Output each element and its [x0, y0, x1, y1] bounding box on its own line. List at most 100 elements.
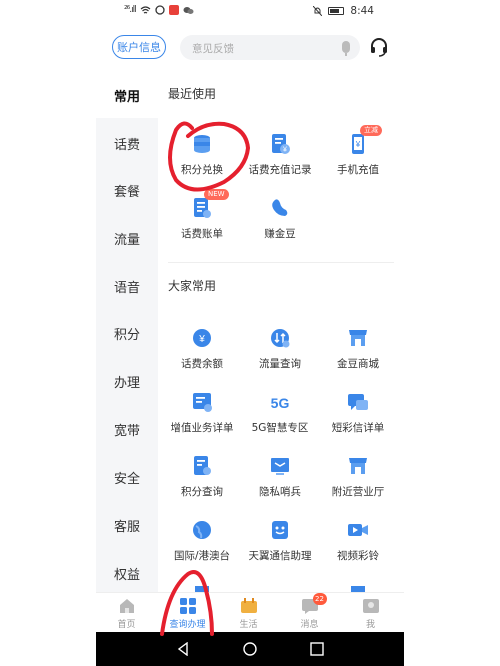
- tile-points-exchange[interactable]: 积分兑换: [164, 130, 240, 186]
- globe-icon: [193, 521, 211, 539]
- sidebar-item-broadband[interactable]: 宽带: [96, 406, 158, 452]
- tab-life[interactable]: 生活: [218, 593, 279, 633]
- cloud-icon: [154, 5, 165, 15]
- tile-label: 天翼通信助理: [248, 550, 312, 562]
- popular-section-title: 大家常用: [168, 279, 217, 293]
- mute-icon: [313, 6, 323, 16]
- sidebar-item-package[interactable]: 套餐: [96, 167, 158, 213]
- sidebar-item-handle[interactable]: 办理: [96, 358, 158, 404]
- home-icon: [119, 599, 134, 613]
- home-button-icon[interactable]: [243, 642, 257, 656]
- tab-me[interactable]: 我: [340, 593, 401, 633]
- headset-icon[interactable]: [369, 37, 389, 57]
- message-icon-wrap: 22: [301, 593, 327, 615]
- sms-detail-icon: [348, 394, 368, 410]
- tile-label: 积分查询: [181, 486, 223, 498]
- tile-label: 话费账单: [181, 228, 223, 240]
- data-query-icon: [271, 329, 290, 348]
- mic-icon[interactable]: [342, 41, 350, 56]
- tab-query-handle[interactable]: 查询办理: [157, 593, 218, 633]
- grid-icon: [179, 598, 196, 614]
- search-input[interactable]: 意见反馈: [180, 35, 360, 60]
- battery-icon: [328, 7, 345, 15]
- tab-label: 查询办理: [169, 620, 206, 630]
- tile-phone-recharge[interactable]: ¥ 立减 手机充值: [320, 125, 396, 186]
- sidebar-item-points[interactable]: 积分: [96, 310, 158, 356]
- back-icon[interactable]: [176, 642, 190, 656]
- status-bar: ²⁶.ıll 8:44: [96, 0, 404, 26]
- sidebar-item-benefits[interactable]: 权益: [96, 550, 158, 596]
- tile-5g-zone[interactable]: 5G 5G智慧专区: [242, 388, 318, 444]
- tile-privacy-sentry[interactable]: 隐私哨兵: [242, 452, 318, 508]
- tile-label: 5G智慧专区: [251, 422, 309, 434]
- bean-icon: [272, 199, 288, 216]
- wechat-icon: [183, 6, 194, 14]
- svg-text:¥: ¥: [283, 147, 287, 154]
- wifi-icon: [140, 5, 150, 14]
- top-bar: 账户信息 意见反馈: [96, 30, 404, 66]
- tab-label: 我: [365, 620, 375, 630]
- tile-data-query[interactable]: 流量查询: [242, 324, 318, 380]
- tile-sms-detail[interactable]: 短彩信详单: [320, 388, 396, 444]
- tile-label: 手机充值: [337, 164, 379, 176]
- status-right: 8:44: [313, 5, 374, 17]
- tab-home[interactable]: 首页: [96, 593, 157, 633]
- tile-international[interactable]: 国际/港澳台: [164, 516, 240, 572]
- bottom-tab-bar: 首页 查询办理 生活 22 消息 我: [96, 592, 404, 632]
- tab-label: 生活: [239, 620, 258, 630]
- recents-icon[interactable]: [310, 642, 324, 656]
- tile-label: 隐私哨兵: [259, 486, 301, 498]
- category-sidebar: 常用 话费 套餐 流量 语音 积分 办理 宽带 安全 客服 权益: [96, 72, 158, 592]
- tile-label: 积分兑换: [181, 164, 223, 176]
- tile-nearby-store[interactable]: 附近营业厅: [320, 452, 396, 508]
- sidebar-item-data[interactable]: 流量: [96, 215, 158, 261]
- tile-recharge-record[interactable]: ¥ 话费充值记录: [242, 130, 318, 186]
- tile-label: 话费充值记录: [248, 164, 312, 176]
- nearby-store-icon: [349, 458, 367, 474]
- tile-bean-store[interactable]: 金豆商城: [320, 324, 396, 380]
- search-placeholder: 意见反馈: [192, 43, 234, 55]
- clock: 8:44: [350, 5, 374, 17]
- phone-screen: ²⁶.ıll 8:44 账户信息 意见反馈 常用 话费 套餐 流量 语音 积分 …: [96, 0, 404, 666]
- tile-comm-assistant[interactable]: 天翼通信助理: [242, 516, 318, 572]
- service-detail-icon: [193, 393, 212, 412]
- new-badge: NEW: [204, 189, 229, 200]
- signal-icon: ²⁶.ıll: [124, 5, 137, 15]
- recent-section-title: 最近使用: [168, 87, 217, 101]
- profile-icon: [362, 599, 379, 613]
- tile-label: 附近营业厅: [331, 486, 385, 498]
- tile-phone-bill[interactable]: NEW 话费账单: [164, 189, 240, 250]
- tile-points-query[interactable]: 积分查询: [164, 452, 240, 508]
- tab-label: 消息: [300, 620, 319, 630]
- sidebar-item-phone-fee[interactable]: 话费: [96, 120, 158, 166]
- tile-label: 增值业务详单: [170, 422, 234, 434]
- tile-label: 国际/港澳台: [173, 550, 231, 562]
- store-icon: [349, 330, 367, 346]
- partial-row-icon: [195, 586, 209, 592]
- tile-service-detail[interactable]: 增值业务详单: [164, 388, 240, 444]
- tile-earn-beans[interactable]: 赚金豆: [242, 194, 318, 250]
- tile-label: 赚金豆: [264, 228, 296, 240]
- 5g-icon: 5G: [271, 395, 290, 411]
- svg-text:¥: ¥: [198, 334, 205, 345]
- sidebar-item-support[interactable]: 客服: [96, 502, 158, 548]
- tile-label: 短彩信详单: [331, 422, 385, 434]
- tile-label: 金豆商城: [337, 358, 379, 370]
- tile-video-ringtone[interactable]: 视频彩铃: [320, 516, 396, 572]
- app-icon-red: [168, 5, 179, 15]
- section-divider: [168, 262, 394, 263]
- yuan-coin-icon: ¥: [193, 329, 211, 347]
- sidebar-item-security[interactable]: 安全: [96, 454, 158, 500]
- tab-messages[interactable]: 22 消息: [279, 593, 340, 633]
- service-content: 最近使用 积分兑换 ¥ 话费充值记录 ¥ 立减 手机充值 NEW 话费账单 赚金…: [158, 72, 404, 592]
- recharge-record-icon: ¥: [272, 134, 290, 154]
- account-info-button[interactable]: 账户信息: [112, 35, 166, 59]
- sidebar-item-voice[interactable]: 语音: [96, 263, 158, 309]
- tile-balance[interactable]: ¥ 话费余额: [164, 324, 240, 380]
- assistant-icon: [272, 521, 288, 539]
- system-nav-bar: [96, 632, 404, 666]
- tile-label: 话费余额: [181, 358, 223, 370]
- tile-label: 流量查询: [259, 358, 301, 370]
- sidebar-item-common[interactable]: 常用: [96, 72, 158, 118]
- video-ringtone-icon: [348, 524, 368, 536]
